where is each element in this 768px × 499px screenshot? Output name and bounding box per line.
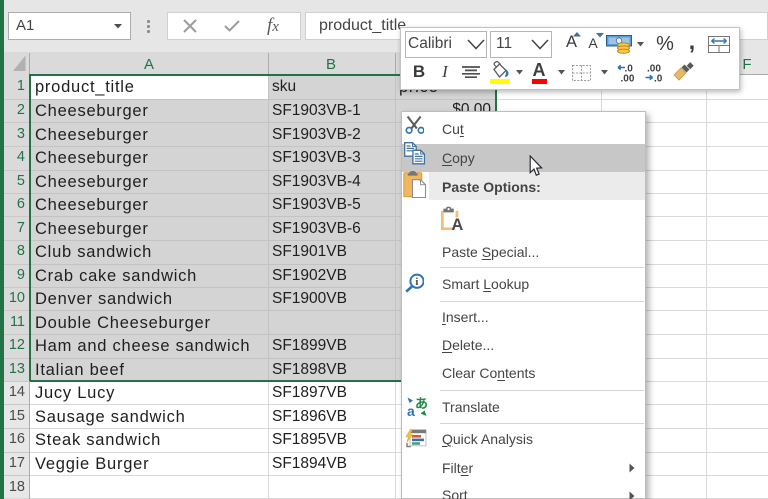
svg-text:.0: .0 — [654, 74, 663, 84]
svg-text:あ: あ — [415, 396, 428, 411]
svg-text:a: a — [407, 403, 415, 418]
svg-text:i: i — [415, 276, 418, 288]
svg-text:.00: .00 — [621, 74, 635, 84]
svg-text:A: A — [451, 216, 463, 232]
